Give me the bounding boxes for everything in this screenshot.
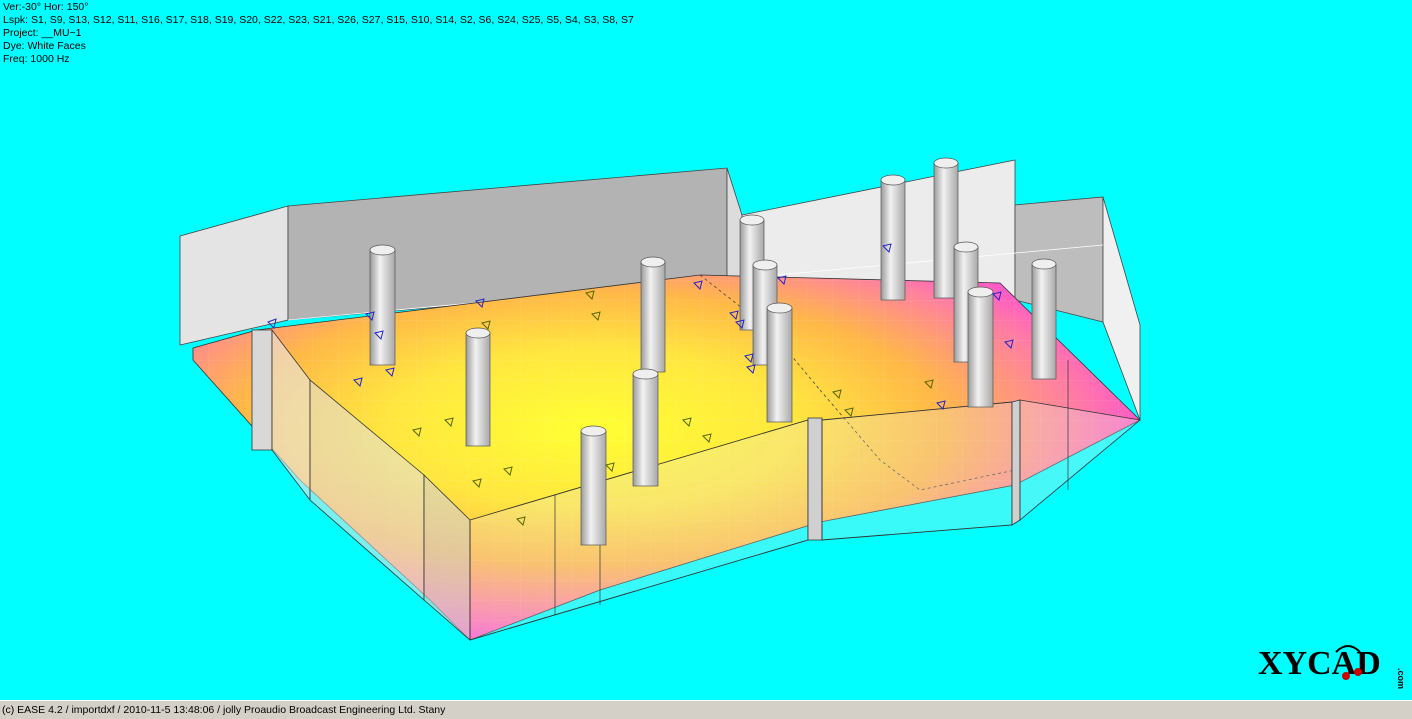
xycad-logo: XYCAD .com: [1258, 638, 1408, 692]
room-3d-view[interactable]: [0, 0, 1412, 700]
logo-suffix: .com: [1396, 668, 1406, 689]
column: [967, 286, 994, 408]
column: [880, 174, 906, 301]
column: [369, 244, 396, 366]
column: [580, 425, 607, 546]
status-bar: (c) EASE 4.2 / importdxf / 2010-11-5 13:…: [0, 700, 1412, 719]
column: [465, 327, 491, 447]
music-note-icon: [1342, 672, 1350, 680]
status-text: (c) EASE 4.2 / importdxf / 2010-11-5 13:…: [2, 704, 446, 716]
column: [640, 256, 666, 373]
logo-text: XYCAD: [1258, 645, 1381, 682]
column: [766, 302, 793, 423]
column: [1031, 258, 1057, 380]
column: [632, 368, 659, 487]
